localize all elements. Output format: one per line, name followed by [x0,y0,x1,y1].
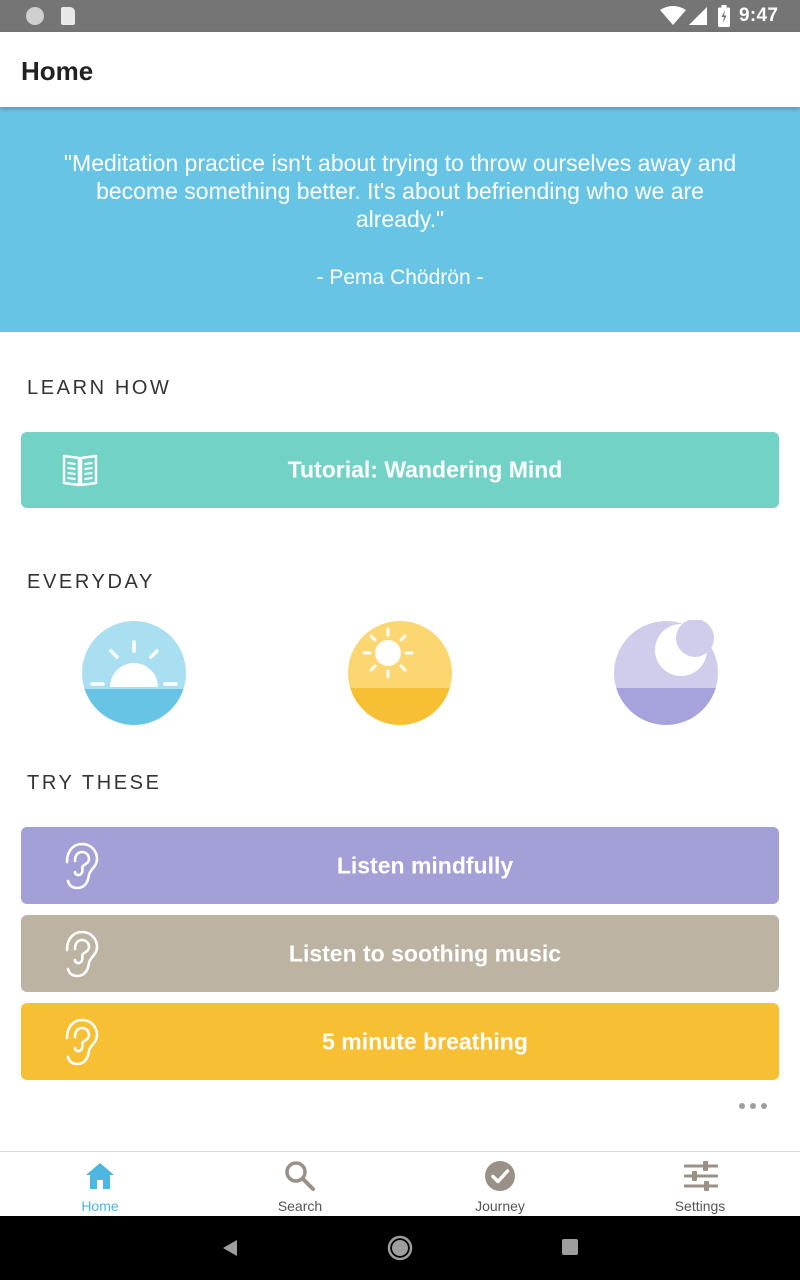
nav-search[interactable]: Search [200,1152,400,1217]
soothing-music-label: Listen to soothing music [288,940,562,966]
tutorial-card-label: Tutorial: Wandering Mind [287,456,563,483]
nav-home-label: Home [81,1198,119,1214]
tutorial-card[interactable]: Tutorial: Wandering Mind [21,432,779,508]
learn-how-heading: LEARN HOW [27,377,172,399]
sd-card-icon [61,7,75,25]
breathing-card[interactable]: 5 minute breathing [21,1003,779,1080]
sliders-icon [684,1161,718,1191]
check-circle-icon [485,1161,515,1191]
recents-icon[interactable] [561,1238,579,1256]
soothing-music-card[interactable]: Listen to soothing music [21,915,779,992]
sunrise-icon[interactable] [81,620,187,726]
nav-home[interactable]: Home [0,1152,200,1217]
battery-icon [718,5,730,27]
nav-settings-label: Settings [674,1198,726,1214]
more-icon[interactable] [737,1099,769,1113]
quote-banner: "Meditation practice isn't about trying … [0,107,800,332]
system-nav-bar [0,1216,800,1280]
bottom-nav: Home Search Journey Settings [0,1151,800,1217]
breathing-label: 5 minute breathing [322,1028,528,1054]
moon-icon[interactable] [613,620,719,726]
notification-dot-icon [26,7,44,25]
home-icon [86,1163,114,1189]
status-bar: 9:47 [0,0,800,32]
try-these-heading: TRY THESE [27,772,162,794]
quote-author: - Pema Chödrön - [316,266,484,289]
status-time: 9:47 [739,5,779,26]
search-icon [285,1161,315,1191]
back-icon[interactable] [220,1238,240,1258]
quote-text: "Meditation practice isn't about trying … [63,150,737,232]
wifi-icon [660,6,686,25]
listen-mindfully-card[interactable]: Listen mindfully [21,827,779,904]
sun-icon[interactable] [347,620,453,726]
nav-journey-label: Journey [475,1198,525,1214]
app-bar: Home [0,32,800,107]
page-title: Home [21,56,94,86]
signal-icon [689,7,707,25]
listen-mindfully-label: Listen mindfully [336,852,514,878]
home-circle-icon[interactable] [387,1235,413,1261]
nav-settings[interactable]: Settings [600,1152,800,1217]
nav-search-label: Search [277,1198,323,1214]
nav-journey[interactable]: Journey [400,1152,600,1217]
everyday-heading: EVERYDAY [27,571,155,593]
